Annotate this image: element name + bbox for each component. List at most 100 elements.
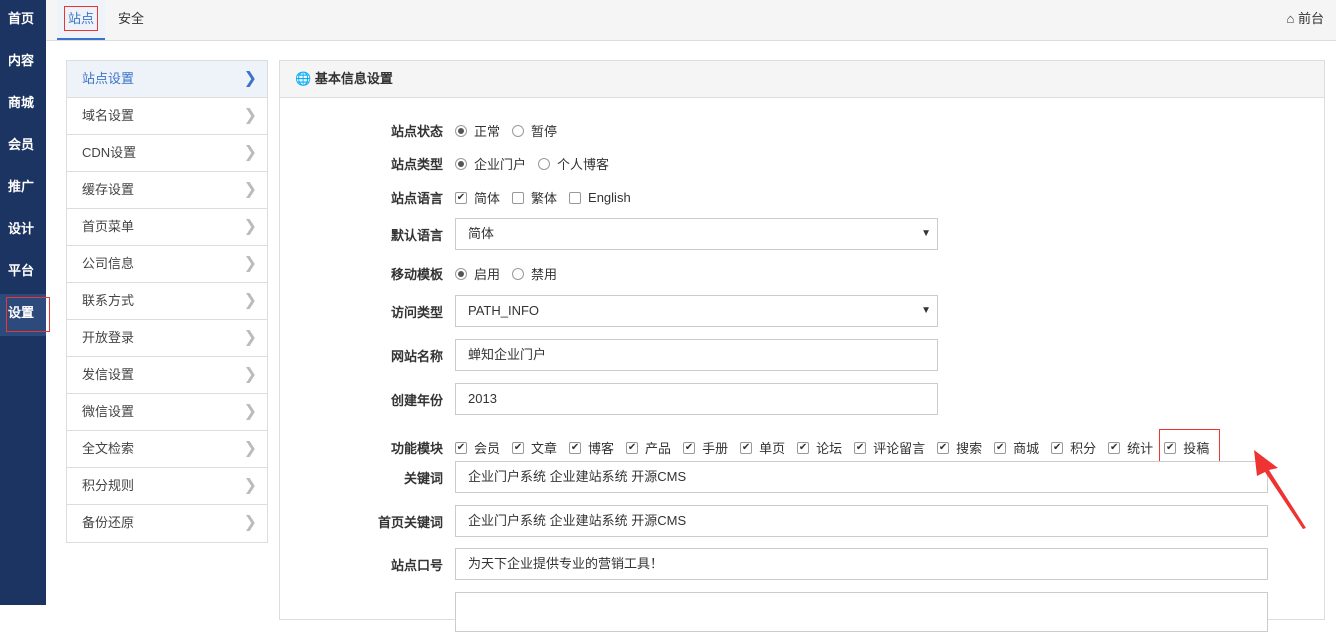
top-bar: 站点 安全 ⌂ 前台 — [46, 0, 1336, 41]
name-label: 网站名称 — [390, 348, 443, 364]
year-row: 创建年份 2013 — [280, 383, 938, 415]
module-checkbox[interactable]: ✔ 会员 — [455, 438, 500, 457]
module-checkbox[interactable]: ✔ 产品 — [626, 438, 671, 457]
lang-traditional-checkbox[interactable]: 繁体 — [512, 188, 557, 207]
home-icon: ⌂ — [1286, 11, 1295, 26]
module-checkbox[interactable]: ✔ 商城 — [994, 438, 1039, 457]
module-checkbox[interactable]: ✔ 统计 — [1108, 438, 1153, 457]
submenu-item[interactable]: 发信设置 ❯ — [67, 357, 267, 394]
submenu-item-label: 积分规则 — [82, 478, 135, 493]
main-sidebar: 首页 内容 商城 会员 推广 设计 平台 设置 — [0, 0, 50, 605]
tab-site[interactable]: 站点 — [57, 0, 105, 40]
tab-security[interactable]: 安全 — [118, 0, 144, 40]
panel-title: 基本信息设置 — [314, 71, 393, 86]
submenu-item-label: 微信设置 — [82, 404, 135, 419]
module-checkbox[interactable]: ✔ 手册 — [683, 438, 728, 457]
submenu-item-label: 备份还原 — [82, 515, 135, 530]
index-keywords-label: 首页关键词 — [377, 514, 443, 530]
lang-label: 站点语言 — [390, 191, 443, 206]
modules-label: 功能模块 — [390, 441, 443, 456]
submenu-item[interactable]: 首页菜单 ❯ — [67, 209, 267, 246]
chevron-right-icon: ❯ — [243, 292, 257, 309]
chevron-right-icon: ❯ — [243, 70, 257, 87]
submenu-item[interactable]: 联系方式 ❯ — [67, 283, 267, 320]
next-row — [280, 592, 1268, 632]
module-checkbox[interactable]: ✔ 单页 — [740, 438, 785, 457]
chevron-right-icon: ❯ — [243, 181, 257, 198]
type-blog-radio[interactable]: 个人博客 — [538, 154, 609, 173]
index-keywords-input[interactable]: 企业门户系统 企业建站系统 开源CMS — [455, 505, 1268, 537]
index-keywords-row: 首页关键词 企业门户系统 企业建站系统 开源CMS — [280, 505, 1268, 537]
submenu-item-label: 公司信息 — [82, 256, 135, 271]
chevron-right-icon: ❯ — [243, 366, 257, 383]
submenu-item[interactable]: 全文检索 ❯ — [67, 431, 267, 468]
sidebar-item-platform[interactable]: 平台 — [0, 252, 46, 294]
slogan-row: 站点口号 为天下企业提供专业的营销工具！ — [280, 548, 1268, 580]
module-checkbox[interactable]: ✔ 博客 — [569, 438, 614, 457]
submenu-item[interactable]: 域名设置 ❯ — [67, 98, 267, 135]
default-lang-row: 默认语言 简体 ▼ — [280, 218, 938, 250]
lang-row: 站点语言 ✔ 简体 繁体 English — [280, 188, 643, 207]
module-checkbox[interactable]: ✔ 搜索 — [937, 438, 982, 457]
mobile-enable-radio[interactable]: 启用 — [455, 264, 500, 283]
sidebar-item-home[interactable]: 首页 — [0, 0, 46, 42]
submenu-item[interactable]: CDN设置 ❯ — [67, 135, 267, 172]
submenu-item-label: 域名设置 — [82, 108, 135, 123]
type-portal-radio[interactable]: 企业门户 — [455, 154, 526, 173]
submenu-item[interactable]: 微信设置 ❯ — [67, 394, 267, 431]
submenu-item-label: 联系方式 — [82, 293, 135, 308]
status-paused-radio[interactable]: 暂停 — [512, 121, 557, 140]
sidebar-item-design[interactable]: 设计 — [0, 210, 46, 252]
submenu-item-label: 发信设置 — [82, 367, 135, 382]
submenu-item[interactable]: 缓存设置 ❯ — [67, 172, 267, 209]
chevron-right-icon: ❯ — [243, 255, 257, 272]
keywords-input[interactable]: 企业门户系统 企业建站系统 开源CMS — [455, 461, 1268, 493]
year-input[interactable]: 2013 — [455, 383, 938, 415]
frontend-link[interactable]: ⌂ 前台 — [1287, 0, 1325, 38]
lang-english-checkbox[interactable]: English — [569, 190, 631, 205]
mobile-row: 移动模板 启用 禁用 — [280, 264, 569, 283]
sidebar-item-settings[interactable]: 设置 — [0, 294, 50, 336]
default-lang-label: 默认语言 — [390, 227, 443, 243]
submenu-item-label: 站点设置 — [82, 71, 135, 86]
submenu-item[interactable]: 站点设置 ❯ — [67, 61, 267, 98]
mobile-label: 移动模板 — [390, 267, 443, 282]
chevron-right-icon: ❯ — [243, 144, 257, 161]
site-name-input[interactable]: 蝉知企业门户 — [455, 339, 938, 371]
submenu-item[interactable]: 积分规则 ❯ — [67, 468, 267, 505]
module-checkbox[interactable]: ✔ 积分 — [1051, 438, 1096, 457]
mobile-disable-radio[interactable]: 禁用 — [512, 264, 557, 283]
annotation-arrow-icon — [1254, 450, 1306, 529]
lang-simplified-checkbox[interactable]: ✔ 简体 — [455, 188, 500, 207]
tab-site-label: 站点 — [63, 6, 98, 31]
module-checkbox[interactable]: ✔ 文章 — [512, 438, 557, 457]
slogan-input[interactable]: 为天下企业提供专业的营销工具！ — [455, 548, 1268, 580]
chevron-right-icon: ❯ — [243, 403, 257, 420]
submenu-item[interactable]: 公司信息 ❯ — [67, 246, 267, 283]
chevron-right-icon: ❯ — [243, 477, 257, 494]
keywords-row: 关键词 企业门户系统 企业建站系统 开源CMS — [280, 461, 1268, 493]
chevron-right-icon: ❯ — [243, 440, 257, 457]
module-checkbox[interactable]: ✔ 评论留言 — [854, 438, 925, 457]
type-row: 站点类型 企业门户 个人博客 — [280, 154, 621, 173]
submenu-item-label: 首页菜单 — [82, 219, 135, 234]
sidebar-item-shop[interactable]: 商城 — [0, 84, 46, 126]
submenu-item[interactable]: 开放登录 ❯ — [67, 320, 267, 357]
caret-down-icon: ▼ — [921, 305, 931, 316]
sidebar-item-promote[interactable]: 推广 — [0, 168, 46, 210]
description-input[interactable] — [455, 592, 1268, 632]
submenu-item-label: 开放登录 — [82, 330, 135, 345]
module-checkbox[interactable]: ✔ 论坛 — [797, 438, 842, 457]
submenu-item[interactable]: 备份还原 ❯ — [67, 505, 267, 542]
chevron-right-icon: ❯ — [243, 218, 257, 235]
chevron-right-icon: ❯ — [243, 329, 257, 346]
access-type-select[interactable]: PATH_INFO ▼ — [455, 295, 938, 327]
chevron-right-icon: ❯ — [243, 107, 257, 124]
name-row: 网站名称 蝉知企业门户 — [280, 339, 938, 371]
sidebar-item-members[interactable]: 会员 — [0, 126, 46, 168]
default-lang-select[interactable]: 简体 ▼ — [455, 218, 938, 250]
sidebar-item-content[interactable]: 内容 — [0, 42, 46, 84]
status-normal-radio[interactable]: 正常 — [455, 121, 500, 140]
submenu-item-label: CDN设置 — [82, 145, 137, 160]
globe-icon: 🌐 — [295, 71, 312, 86]
